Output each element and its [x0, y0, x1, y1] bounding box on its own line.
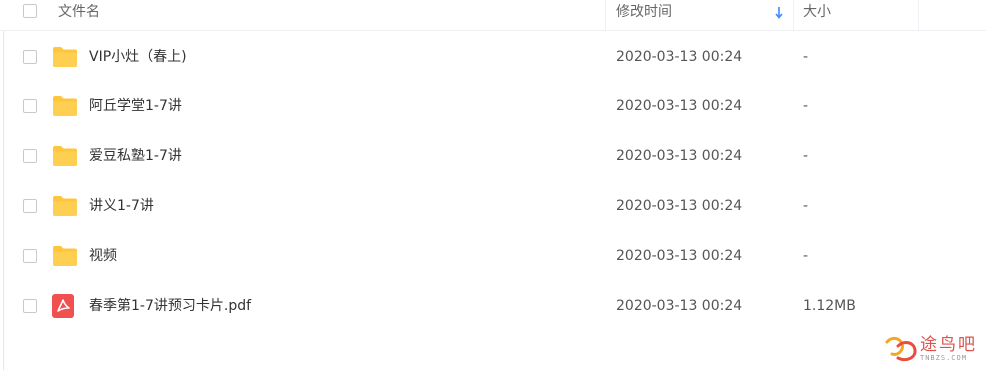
bird-logo-icon [885, 336, 917, 362]
file-size: - [803, 198, 809, 214]
watermark-subtext: TNBZS.COM [920, 354, 967, 362]
row-checkbox[interactable] [23, 149, 37, 163]
select-all-checkbox[interactable] [23, 4, 37, 18]
site-watermark: 途鸟吧 TNBZS.COM [880, 330, 980, 368]
file-size: - [803, 148, 809, 164]
file-row[interactable]: 视频 2020-03-13 00:24 - [0, 231, 986, 281]
row-checkbox[interactable] [23, 299, 37, 313]
row-checkbox[interactable] [23, 249, 37, 263]
column-header-name[interactable]: 文件名 [58, 0, 100, 30]
modified-time: 2020-03-13 00:24 [616, 98, 743, 114]
column-divider [605, 0, 606, 30]
folder-icon [53, 246, 77, 266]
modified-time: 2020-03-13 00:24 [616, 148, 743, 164]
file-size: - [803, 49, 809, 65]
pdf-icon [52, 294, 74, 318]
file-row[interactable]: 讲义1-7讲 2020-03-13 00:24 - [0, 181, 986, 231]
file-name[interactable]: VIP小灶（春上) [89, 32, 187, 82]
column-divider [918, 0, 919, 30]
file-name[interactable]: 阿丘学堂1-7讲 [89, 81, 182, 131]
column-divider [793, 0, 794, 30]
file-size: - [803, 248, 809, 264]
file-name[interactable]: 讲义1-7讲 [89, 181, 154, 231]
folder-icon [53, 47, 77, 67]
modified-time: 2020-03-13 00:24 [616, 298, 743, 314]
folder-icon [53, 146, 77, 166]
file-row[interactable]: VIP小灶（春上) 2020-03-13 00:24 - [0, 32, 986, 82]
modified-time: 2020-03-13 00:24 [616, 248, 743, 264]
modified-time: 2020-03-13 00:24 [616, 198, 743, 214]
file-row[interactable]: 爱豆私塾1-7讲 2020-03-13 00:24 - [0, 131, 986, 181]
file-name[interactable]: 视频 [89, 231, 117, 281]
row-checkbox[interactable] [23, 50, 37, 64]
watermark-text: 途鸟吧 [920, 335, 977, 355]
file-name[interactable]: 春季第1-7讲预习卡片.pdf [89, 281, 251, 331]
file-size: - [803, 98, 809, 114]
file-size: 1.12MB [803, 298, 856, 314]
file-row[interactable]: 春季第1-7讲预习卡片.pdf 2020-03-13 00:24 1.12MB [0, 281, 986, 331]
folder-icon [53, 96, 77, 116]
column-header-size[interactable]: 大小 [803, 0, 831, 30]
file-row[interactable]: 阿丘学堂1-7讲 2020-03-13 00:24 - [0, 81, 986, 131]
row-checkbox[interactable] [23, 99, 37, 113]
modified-time: 2020-03-13 00:24 [616, 49, 743, 65]
sort-descending-icon[interactable] [775, 7, 783, 19]
folder-icon [53, 196, 77, 216]
row-checkbox[interactable] [23, 199, 37, 213]
file-list-header: 文件名 修改时间 大小 [0, 0, 986, 31]
column-header-modified[interactable]: 修改时间 [616, 0, 672, 30]
file-name[interactable]: 爱豆私塾1-7讲 [89, 131, 182, 181]
